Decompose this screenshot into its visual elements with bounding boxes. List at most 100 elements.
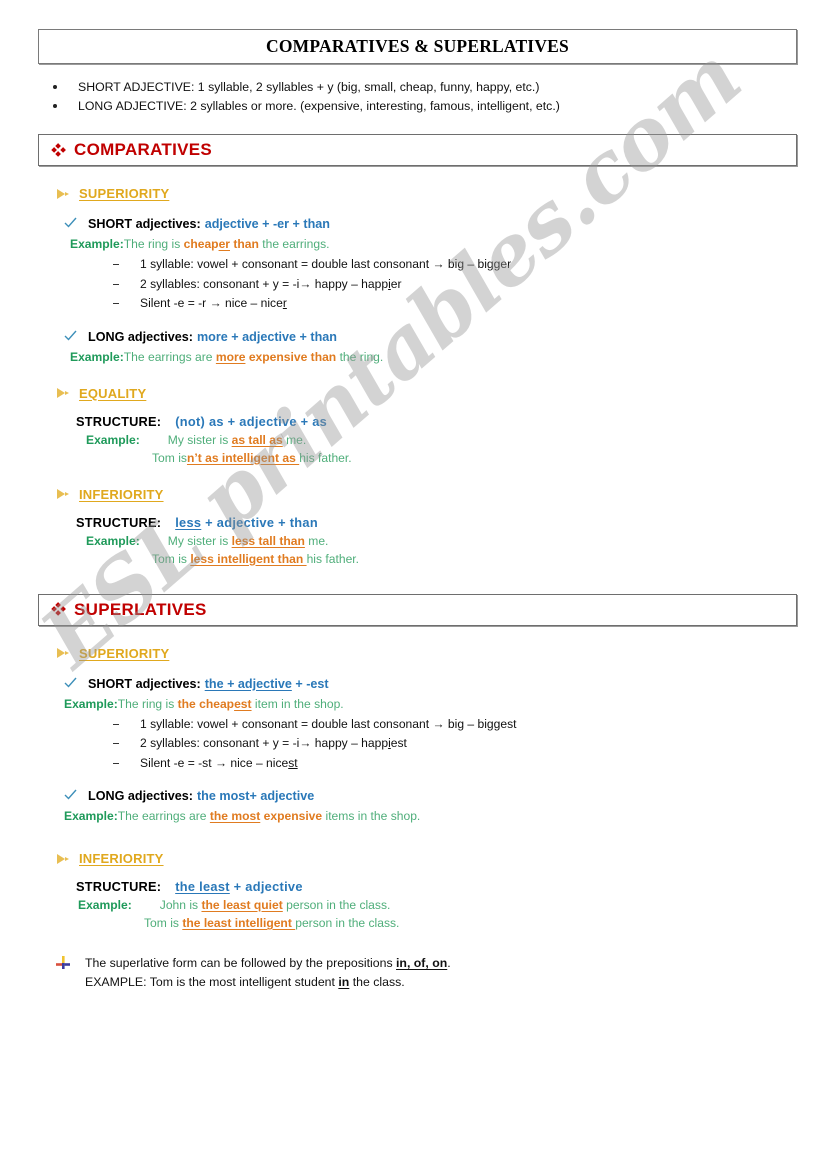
rule-formula-underlined: the + adjective <box>204 676 292 691</box>
note-text-post: the class. <box>349 975 405 989</box>
example-text-pre: The ring is <box>117 696 178 711</box>
example-text-pre: My sister is <box>167 533 232 548</box>
example-text-pre: John is <box>159 898 202 912</box>
bullet-dot-icon <box>53 85 57 89</box>
structure-examples: Example: John is the least quiet person i… <box>78 896 821 932</box>
checkmark-icon <box>64 789 77 800</box>
example-label: Example: <box>64 696 118 711</box>
checkmark-icon <box>64 217 77 228</box>
section-title: SUPERLATIVES <box>74 599 207 619</box>
example-highlight: the least quiet <box>201 898 283 912</box>
note-preposition-in: in <box>338 975 350 989</box>
example-text-post: the ring. <box>336 349 384 364</box>
example-label: Example: <box>86 432 140 447</box>
example-line: Tom is the least intelligent person in t… <box>78 914 821 932</box>
example-label: Example: <box>70 237 124 251</box>
subheading-label: INFERIORITY <box>79 851 164 866</box>
rule-text-pre: 1 syllable: vowel + consonant = double l… <box>140 716 487 731</box>
example-text-pre: Tom is <box>152 450 187 465</box>
rule-kind-label: SHORT adjectives: <box>88 217 201 231</box>
example-highlight: less intelligent than <box>190 551 307 566</box>
example-text-post: his father. <box>306 551 360 566</box>
worksheet-content: COMPARATIVES & SUPERLATIVES SHORT ADJECT… <box>0 29 821 992</box>
example-line: Example: John is the least quiet person i… <box>78 896 821 914</box>
subheading-label: EQUALITY <box>79 385 147 401</box>
section-header-comparatives: COMPARATIVES <box>38 134 797 166</box>
structure-formula-rest: + adjective <box>229 879 303 894</box>
example-text-post: the earrings. <box>258 237 330 251</box>
rule-text-underlined: gg <box>486 716 501 731</box>
note-text-post: . <box>447 956 451 970</box>
page-title: COMPARATIVES & SUPERLATIVES <box>266 36 569 56</box>
example-highlight: as tall as <box>231 432 283 447</box>
final-note: The superlative form can be followed by … <box>56 954 821 992</box>
example-line: Example: My sister is as tall as me. <box>86 431 821 449</box>
example-highlight: n’t as intelligent as <box>186 450 300 465</box>
spelling-rules-list: 1 syllable: vowel + consonant = double l… <box>0 715 821 774</box>
title-box: COMPARATIVES & SUPERLATIVES <box>38 29 797 64</box>
rule-example: Example:The ring is the cheapest item in… <box>64 696 821 713</box>
arrow-bullet-icon <box>57 853 69 864</box>
list-item: 2 syllables: consonant + y = -i→ happy –… <box>0 275 821 295</box>
rule-text-pre: Silent -e = -r → nice – nice <box>140 296 283 310</box>
rule-text-post: est <box>390 736 407 750</box>
example-text-post: me. <box>304 533 329 548</box>
note-line: The superlative form can be followed by … <box>85 954 451 973</box>
example-line: Tom is less intelligent than his father. <box>86 550 821 568</box>
list-item: 2 syllables: consonant + y = -i→ happy –… <box>0 734 821 754</box>
checkmark-icon <box>64 330 77 341</box>
structure-line: STRUCTURE: less + adjective + than <box>76 515 821 530</box>
rule-example: Example:The earrings are the most expens… <box>64 808 821 825</box>
arrow-bullet-icon <box>57 648 69 658</box>
example-highlight-rest: expensive than <box>245 349 337 364</box>
example-text-pre: The earrings are <box>117 809 210 823</box>
structure-block-comparative-inferiority: STRUCTURE: less + adjective + than Exampl… <box>0 515 821 568</box>
rule-formula-rest: + -est <box>291 676 329 691</box>
spelling-rules-list: 1 syllable: vowel + consonant = double l… <box>0 255 821 314</box>
example-highlight: the cheap <box>177 696 235 711</box>
diamond-bullet-icon <box>51 602 66 617</box>
rule-text-post: er <box>500 257 512 271</box>
rule-text-pre: 1 syllable: vowel + consonant = double l… <box>140 257 487 271</box>
structure-label: STRUCTURE: <box>76 514 162 530</box>
rule-block-superlative-long: LONG adjectives: the most+ adjective Exam… <box>0 787 821 825</box>
example-text-pre: Tom is <box>144 916 183 930</box>
example-text-post: person in the class. <box>282 898 391 912</box>
subheading-label: SUPERIORITY <box>79 186 170 201</box>
dash-bullet-icon <box>113 762 119 764</box>
example-text-post: me. <box>282 432 307 447</box>
intro-bullet-list: SHORT ADJECTIVE: 1 syllable, 2 syllables… <box>0 78 821 116</box>
example-highlight-suffix: er <box>218 237 230 251</box>
section-header-superlatives: SUPERLATIVES <box>38 593 797 626</box>
rule-example: Example:The earrings are more expensive … <box>70 349 821 366</box>
rule-heading: SHORT adjectives: the + adjective + -est <box>64 675 821 693</box>
example-text-pre: The ring is <box>123 237 184 251</box>
subheading-comparatives-equality: EQUALITY <box>56 386 821 401</box>
example-highlight: cheap <box>183 237 219 251</box>
rule-formula: the most+ adjective <box>196 789 315 803</box>
diamond-bullet-icon <box>51 142 66 157</box>
example-highlight-suffix: est <box>234 696 252 711</box>
note-text-pre: The superlative form can be followed by … <box>85 956 397 970</box>
example-text-pre: My sister is <box>167 432 232 447</box>
list-item: 1 syllable: vowel + consonant = double l… <box>0 255 821 275</box>
rule-text-underlined: gg <box>486 257 501 271</box>
example-text-post: his father. <box>299 450 352 465</box>
note-line: EXAMPLE: Tom is the most intelligent stu… <box>85 973 451 992</box>
example-text-pre: Tom is <box>152 551 191 566</box>
list-item: 1 syllable: vowel + consonant = double l… <box>0 715 821 735</box>
rule-text-underlined: r <box>282 296 287 310</box>
rule-block-comparative-short: SHORT adjectives: adjective + -er + than … <box>0 215 821 314</box>
checkmark-icon <box>64 677 77 688</box>
rule-kind-label: LONG adjectives: <box>88 789 193 803</box>
dash-bullet-icon <box>113 723 119 725</box>
rule-kind-label: LONG adjectives: <box>88 329 193 344</box>
example-label: Example: <box>86 533 140 548</box>
intro-bullet-text: LONG ADJECTIVE: 2 syllables or more. (ex… <box>78 99 560 113</box>
example-text-pre: The earrings are <box>123 349 216 364</box>
rule-heading: LONG adjectives: the most+ adjective <box>64 787 821 805</box>
dash-bullet-icon <box>113 283 119 285</box>
example-highlight: the most <box>209 809 261 823</box>
structure-block-equality: STRUCTURE: (not) as + adjective + as Exam… <box>0 414 821 467</box>
rule-text-underlined: st <box>288 755 298 770</box>
